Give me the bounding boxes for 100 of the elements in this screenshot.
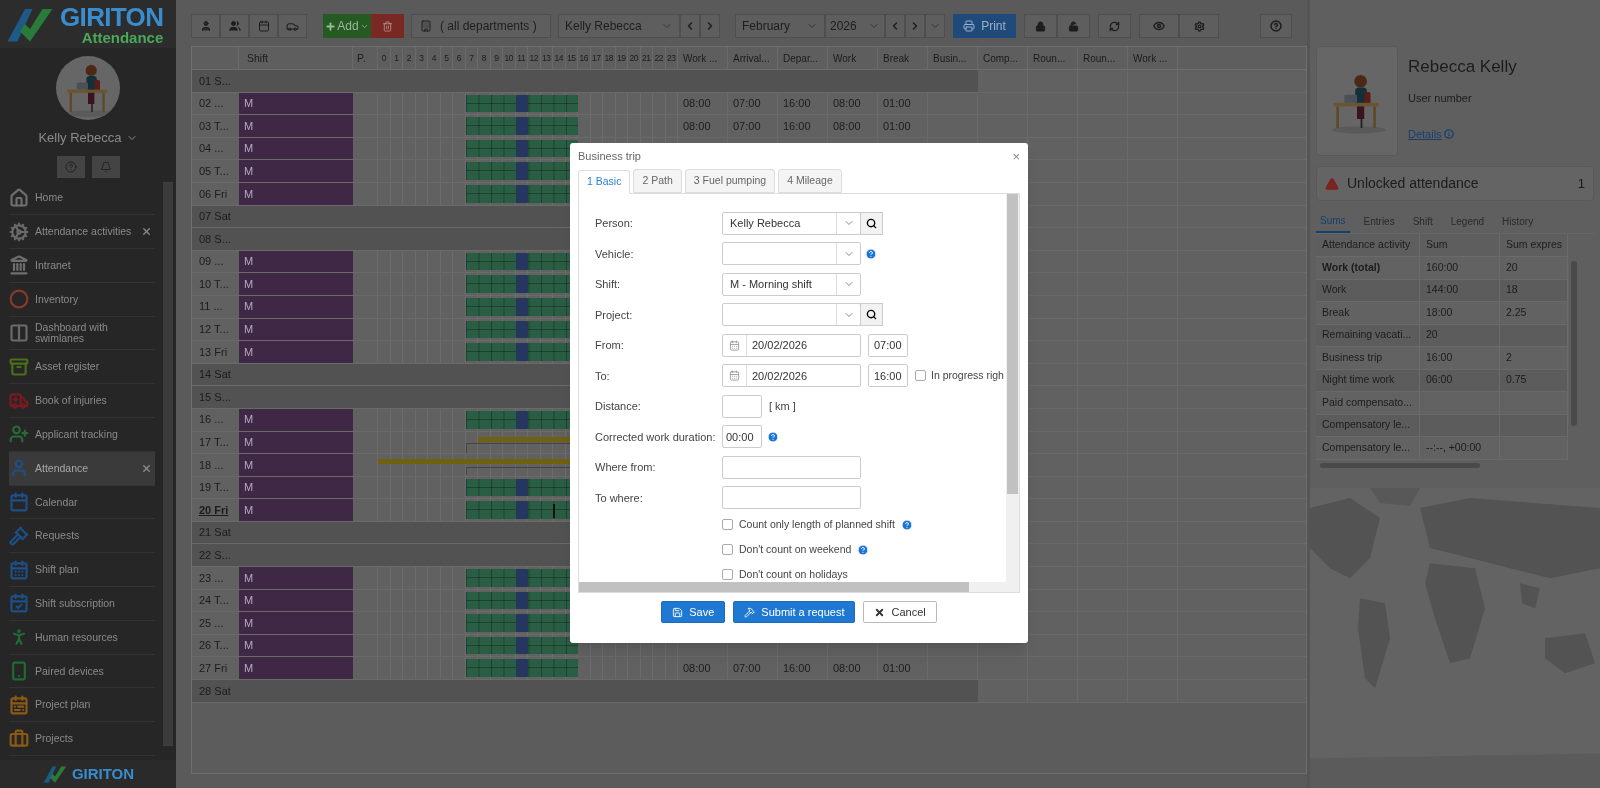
day-label[interactable]: 03 T... — [199, 117, 229, 135]
menu-item[interactable]: Paired devices — [9, 654, 155, 689]
shift-cell[interactable]: M — [239, 657, 353, 680]
menu-item[interactable]: Applicant tracking — [9, 418, 155, 452]
tab[interactable]: 2 Path — [633, 169, 682, 193]
day-label[interactable]: 24 T... — [199, 592, 229, 609]
help-button[interactable] — [56, 155, 85, 178]
day-label[interactable]: 16 ... — [199, 411, 224, 428]
shift-cell[interactable]: M — [239, 273, 353, 295]
person-select[interactable]: Kelly Rebecca — [558, 14, 680, 38]
view-button[interactable] — [1139, 14, 1179, 38]
shift-cell[interactable]: M — [239, 454, 353, 476]
help-icon[interactable] — [767, 430, 779, 443]
user-menu[interactable]: Kelly Rebecca — [38, 128, 138, 148]
lock-button[interactable] — [1024, 14, 1057, 38]
shift-cell[interactable]: M — [239, 160, 353, 182]
shift-cell[interactable]: M — [239, 567, 353, 589]
day-label[interactable]: 27 Fri — [199, 660, 228, 677]
shift-cell[interactable]: M — [239, 318, 353, 341]
menu-item[interactable]: Dashboard with swimlanes — [9, 316, 155, 351]
month-select[interactable]: February — [735, 14, 825, 38]
menu-item[interactable]: Attendance — [9, 451, 155, 486]
calendar-button[interactable] — [249, 14, 278, 38]
help-icon[interactable] — [857, 543, 870, 556]
input-field[interactable] — [722, 486, 861, 510]
shift-cell[interactable]: M — [239, 589, 353, 612]
previous-button[interactable] — [680, 14, 700, 38]
dialog-button[interactable]: Save — [661, 601, 726, 623]
vehicle-button[interactable] — [278, 14, 307, 38]
menu-item[interactable]: Shift plan — [9, 553, 155, 588]
day-label[interactable]: 02 ... — [199, 95, 224, 112]
department-select[interactable]: ( all departments ) — [411, 14, 551, 38]
next-button[interactable] — [700, 14, 720, 38]
day-label[interactable]: 10 T... — [199, 275, 229, 293]
close-button[interactable]: × — [1012, 149, 1020, 163]
menu-item[interactable]: Inventory — [9, 282, 155, 317]
day-label[interactable]: 12 T... — [199, 321, 229, 338]
tab[interactable]: 1 Basic — [578, 170, 631, 194]
notifications-button[interactable] — [91, 155, 120, 178]
menu-item[interactable]: Calendar — [9, 485, 155, 520]
day-label[interactable]: 13 Fri — [199, 343, 228, 361]
menu-item[interactable]: Intranet — [9, 249, 155, 283]
shift-cell[interactable]: M — [239, 612, 353, 634]
next-button[interactable] — [905, 14, 925, 38]
person-button[interactable] — [191, 14, 220, 38]
shift-cell[interactable]: M — [239, 92, 353, 115]
menu-item[interactable]: Book of injuries — [9, 384, 155, 419]
print-button[interactable]: Print — [953, 14, 1016, 38]
time-field[interactable]: 16:00 — [868, 364, 908, 388]
menu-item[interactable]: Human resources — [9, 620, 155, 655]
menu-item[interactable]: Asset register — [9, 350, 155, 385]
alert-box[interactable]: Unlocked attendance 1 — [1316, 166, 1594, 201]
refresh-button[interactable] — [1098, 14, 1131, 38]
select-field[interactable]: Kelly Rebecca — [722, 211, 861, 235]
previous-button[interactable] — [885, 14, 905, 38]
year-select[interactable]: 2026 — [825, 14, 885, 38]
day-label[interactable]: 26 T... — [199, 637, 229, 654]
day-label[interactable]: 19 T... — [199, 479, 229, 496]
day-label[interactable]: 20 Fri — [199, 501, 229, 519]
scrollbar[interactable] — [579, 582, 969, 592]
shift-cell[interactable]: M — [239, 115, 353, 137]
day-label[interactable]: 17 T... — [199, 434, 229, 451]
shift-cell[interactable]: M — [239, 295, 353, 318]
help-icon[interactable] — [865, 247, 877, 260]
dialog-button[interactable]: Cancel — [863, 601, 937, 623]
day-label[interactable]: 23 ... — [199, 569, 224, 587]
add-button[interactable]: Add — [323, 14, 371, 38]
menu-item[interactable]: Attendance activities — [9, 215, 155, 250]
search-button[interactable] — [860, 303, 883, 327]
shift-cell[interactable]: M — [239, 250, 353, 273]
shift-cell[interactable]: M — [239, 137, 353, 160]
day-label[interactable]: 09 ... — [199, 253, 224, 270]
checkbox[interactable] — [722, 544, 733, 556]
group-button[interactable] — [220, 14, 249, 38]
menu-item[interactable]: Requests — [9, 519, 155, 554]
delete-button[interactable] — [371, 14, 404, 38]
unlock-button[interactable] — [1057, 14, 1090, 38]
distance-field[interactable] — [722, 394, 762, 418]
shift-cell[interactable]: M — [239, 634, 353, 657]
menu-item[interactable]: Home — [9, 181, 155, 216]
date-field[interactable]: 20/02/2026 — [722, 364, 861, 388]
select-field[interactable]: M - Morning shift — [722, 272, 861, 296]
time-field[interactable]: 07:00 — [868, 333, 908, 357]
time-field[interactable]: 00:00 — [722, 425, 762, 449]
shift-cell[interactable]: M — [239, 499, 353, 521]
checkbox[interactable] — [915, 370, 926, 382]
menu-item[interactable]: Projects — [9, 722, 155, 757]
attendance-bar[interactable] — [465, 636, 578, 655]
day-label[interactable]: 05 T... — [199, 162, 229, 180]
shift-cell[interactable]: M — [239, 341, 353, 363]
select-field[interactable] — [722, 303, 861, 327]
help-icon[interactable] — [900, 518, 913, 531]
tab[interactable]: 3 Fuel pumping — [684, 169, 776, 193]
day-label[interactable]: 06 Fri — [199, 185, 228, 202]
input-field[interactable] — [722, 455, 861, 479]
help-button[interactable] — [1260, 14, 1292, 38]
shift-cell[interactable]: M — [239, 476, 353, 499]
day-label[interactable]: 18 ... — [199, 456, 224, 474]
shift-cell[interactable]: M — [239, 408, 353, 431]
menu-item[interactable]: Project plan — [9, 688, 155, 723]
